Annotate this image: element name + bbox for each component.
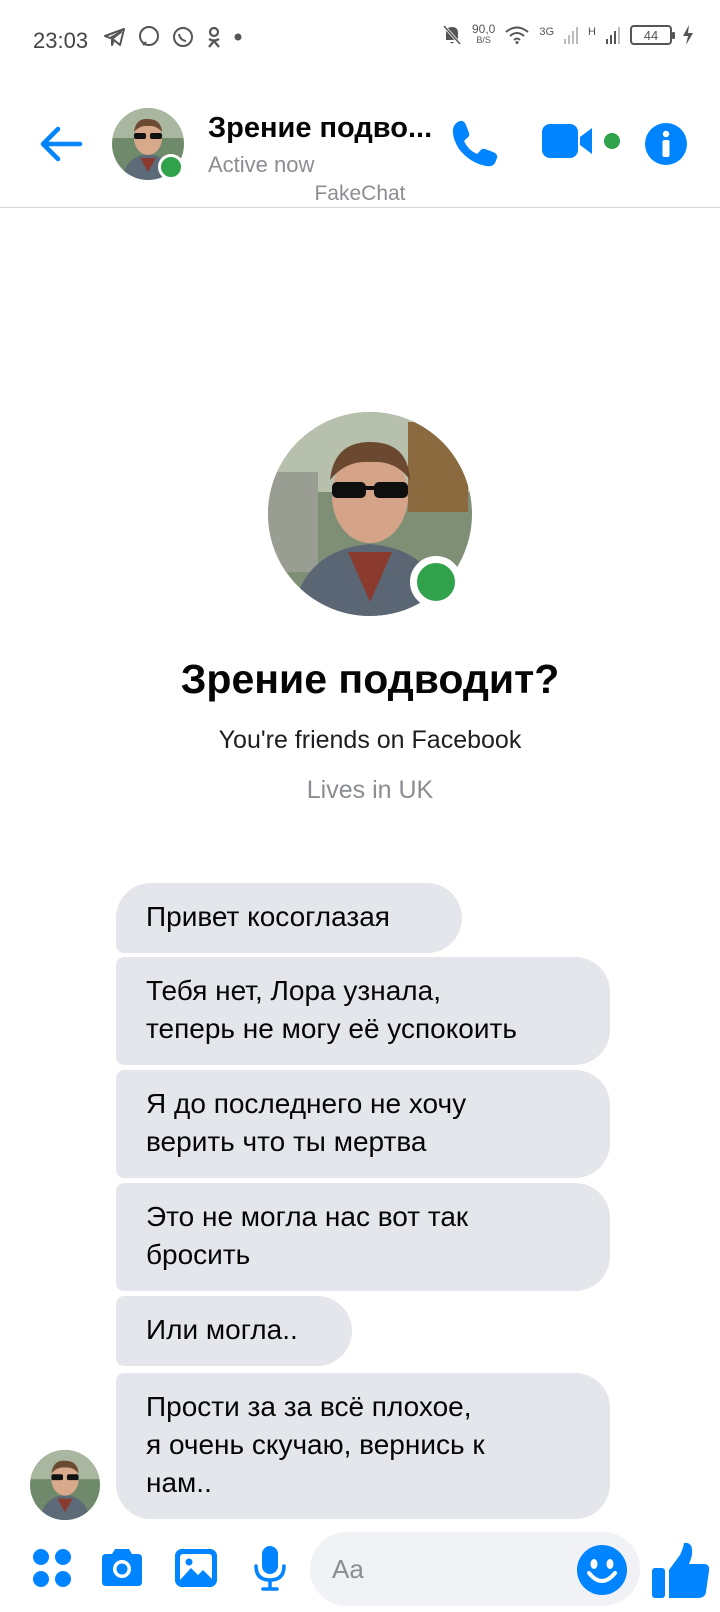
online-indicator <box>158 154 184 180</box>
signal-bars-2-icon <box>606 27 620 44</box>
odnoklassniki-icon <box>208 26 220 48</box>
status-time: 23:03 <box>33 28 89 53</box>
contact-name[interactable]: Зрение подво... <box>208 112 432 145</box>
battery-level: 44 <box>643 27 659 43</box>
wifi-icon <box>505 26 529 44</box>
message-bubble[interactable]: Это не могла нас вот так бросить <box>116 1183 610 1291</box>
message-bubble[interactable]: Прости за за всё плохое, я очень скучаю,… <box>116 1373 610 1519</box>
thumbs-up-icon[interactable] <box>650 1540 712 1602</box>
more-dots-icon[interactable] <box>28 1544 76 1592</box>
telegram-icon <box>104 28 125 46</box>
whatsapp-icon <box>173 27 193 47</box>
status-bar: 23:03 90,0 B/S 3G H 44 <box>0 0 720 80</box>
network-h: H <box>588 26 596 38</box>
location-text: Lives in UK <box>306 776 434 804</box>
more-notifications-dot-icon <box>234 33 242 41</box>
profile-online-indicator <box>410 556 462 608</box>
message-bubble[interactable]: Или могла.. <box>116 1296 352 1366</box>
camera-icon[interactable] <box>98 1544 146 1592</box>
composer-bar <box>0 1530 720 1612</box>
gallery-icon[interactable] <box>172 1544 220 1592</box>
message-bubble[interactable]: Тебя нет, Лора узнала, теперь не могу её… <box>116 957 610 1065</box>
notification-icons <box>104 26 242 48</box>
back-arrow-icon[interactable] <box>36 118 88 170</box>
microphone-icon[interactable] <box>246 1544 294 1592</box>
message-bubble[interactable]: Я до последнего не хочу верить что ты ме… <box>116 1070 610 1178</box>
message-bubble[interactable]: Привет косоглазая <box>116 883 462 953</box>
chat-app-icon <box>139 26 159 46</box>
video-camera-icon[interactable] <box>542 120 598 162</box>
info-icon[interactable] <box>644 122 688 166</box>
phone-icon[interactable] <box>448 116 502 170</box>
presence-status: Active now <box>208 152 315 177</box>
net-speed-unit: B/S <box>476 35 491 45</box>
chat-header: Зрение подво... Active now FakeChat <box>0 90 720 208</box>
system-indicators: 90,0 B/S 3G H 44 <box>442 22 694 46</box>
mute-bell-icon <box>442 25 462 45</box>
network-3g: 3G <box>539 26 555 38</box>
net-speed-value: 90,0 <box>472 22 496 36</box>
charging-bolt-icon <box>683 25 693 45</box>
signal-bars-icon <box>564 27 579 44</box>
sender-photo <box>30 1450 100 1520</box>
sender-avatar[interactable] <box>30 1450 100 1520</box>
emoji-icon[interactable] <box>576 1544 628 1596</box>
profile-name: Зрение подводит? <box>180 656 560 702</box>
net-speed: 90,0 B/S <box>472 22 496 46</box>
friends-status: You're friends on Facebook <box>218 726 522 754</box>
video-active-dot <box>604 133 620 149</box>
app-watermark: FakeChat <box>314 182 406 205</box>
battery-indicator: 44 <box>630 25 675 45</box>
